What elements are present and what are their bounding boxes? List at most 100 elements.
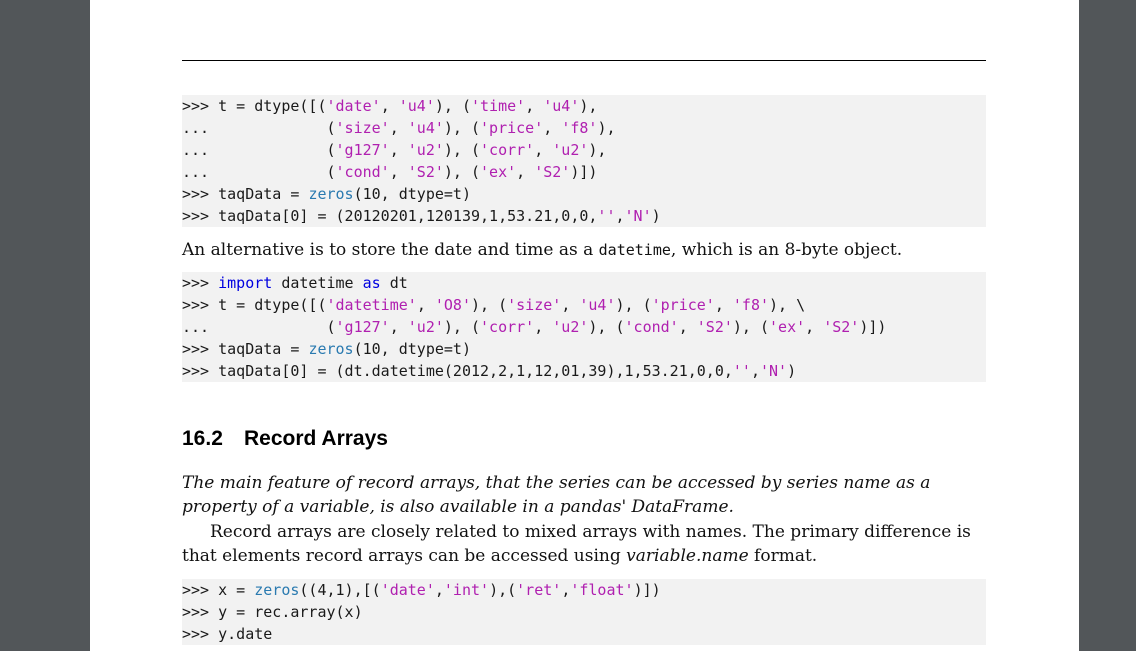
code-token: ,: [434, 581, 444, 599]
code-token: ),(: [489, 581, 517, 599]
code-token: >>> taqData =: [182, 340, 309, 358]
paragraph-datetime-alternative: An alternative is to store the date and …: [182, 240, 903, 260]
code-token: 'g127': [335, 141, 390, 159]
code-token: 'O8': [434, 296, 471, 314]
code-token: ,: [516, 163, 535, 181]
code-token: ,: [389, 141, 408, 159]
code-token: >>> x =: [182, 581, 255, 599]
code-line: ... ('size', 'u4'), ('price', 'f8'),: [182, 117, 986, 139]
code-token: >>> y.date: [182, 625, 273, 643]
code-token: ,: [561, 296, 580, 314]
code-token: >>> taqData[0] = (20120201,120139,1,53.2…: [182, 207, 598, 225]
code-token: 'u4': [543, 97, 580, 115]
code-token: >>> taqData =: [182, 185, 309, 203]
code-token: ,: [534, 141, 553, 159]
code-token: ),: [579, 97, 598, 115]
code-token: ((4,1),[(: [299, 581, 381, 599]
code-token: ... (: [182, 163, 336, 181]
code-token: 'price': [651, 296, 715, 314]
code-line: >>> taqData[0] = (20120201,120139,1,53.2…: [182, 205, 986, 227]
code-line: >>> taqData[0] = (dt.datetime(2012,2,1,1…: [182, 360, 986, 382]
code-token: ... (: [182, 318, 336, 336]
code-token: >>> taqData[0] = (dt.datetime(2012,2,1,1…: [182, 362, 733, 380]
code-token: >>>: [182, 274, 219, 292]
code-token: )]): [570, 163, 598, 181]
code-token: ), (: [471, 296, 508, 314]
code-token: ), (: [443, 119, 481, 137]
code-token: ), (: [588, 318, 625, 336]
code-token: import: [218, 274, 273, 292]
code-token: 'price': [480, 119, 544, 137]
code-token: 'N': [624, 207, 652, 225]
code-token: ,: [561, 581, 571, 599]
code-token: 'f8': [732, 296, 770, 314]
code-token: (10, dtype=t): [353, 185, 471, 203]
code-token: 'size': [507, 296, 562, 314]
code-token: 'S2': [534, 163, 571, 181]
code-line: ... ('g127', 'u2'), ('corr', 'u2'),: [182, 139, 986, 161]
code-token: ,: [750, 362, 760, 380]
code-token: zeros: [254, 581, 300, 599]
code-line: >>> import datetime as dt: [182, 272, 986, 294]
code-token: ): [651, 207, 661, 225]
code-token: (10, dtype=t): [353, 340, 471, 358]
code-line: >>> t = dtype([('datetime', 'O8'), ('siz…: [182, 294, 986, 316]
code-token: zeros: [308, 340, 354, 358]
code-token: ), (: [443, 318, 481, 336]
code-token: 'size': [335, 119, 390, 137]
code-token: 'u4': [398, 97, 435, 115]
code-token: 'f8': [561, 119, 598, 137]
code-token: ),: [597, 119, 616, 137]
code-token: 'datetime': [326, 296, 417, 314]
code-token: ,: [380, 97, 399, 115]
code-line: ... ('g127', 'u2'), ('corr', 'u2'), ('co…: [182, 316, 986, 338]
code-token: ,: [389, 163, 408, 181]
code-line: >>> taqData = zeros(10, dtype=t): [182, 183, 986, 205]
code-token: ,: [615, 207, 625, 225]
code-line: >>> taqData = zeros(10, dtype=t): [182, 338, 986, 360]
code-token: 'time': [471, 97, 526, 115]
code-token: '': [732, 362, 751, 380]
code-token: ,: [525, 97, 544, 115]
code-token: as: [362, 274, 381, 292]
code-token: 'u4': [407, 119, 444, 137]
code-token: ... (: [182, 119, 336, 137]
code-token: ),: [588, 141, 607, 159]
code-token: dt: [380, 274, 408, 292]
code-token: 'N': [759, 362, 788, 380]
code-token: 'ex': [480, 163, 517, 181]
code-token: )]): [859, 318, 887, 336]
code-token: 'cond': [335, 163, 390, 181]
paragraph-record-arrays-detail: Record arrays are closely related to mix…: [182, 522, 971, 566]
code-token: ), (: [443, 163, 481, 181]
code-token: 'u2': [552, 141, 589, 159]
code-token: 'ret': [516, 581, 562, 599]
emphasis-variable-name: variable.name: [626, 546, 749, 566]
code-token: ): [787, 362, 797, 380]
code-token: 'cond': [624, 318, 679, 336]
code-token: ,: [714, 296, 733, 314]
code-token: 'ex': [769, 318, 806, 336]
code-token: 'S2': [407, 163, 444, 181]
document-page: >>> t = dtype([('date', 'u4'), ('time', …: [90, 0, 1079, 651]
code-line: >>> t = dtype([('date', 'u4'), ('time', …: [182, 95, 986, 117]
paragraph-record-arrays-summary: The main feature of record arrays, that …: [182, 473, 931, 517]
code-line: ... ('cond', 'S2'), ('ex', 'S2')]): [182, 161, 986, 183]
code-block-dtype: >>> t = dtype([('date', 'u4'), ('time', …: [182, 95, 986, 227]
code-token: ,: [389, 119, 408, 137]
code-token: zeros: [308, 185, 354, 203]
code-token: ), \: [769, 296, 806, 314]
code-line: >>> x = zeros((4,1),[('date','int'),('re…: [182, 579, 986, 601]
code-token: ,: [805, 318, 824, 336]
code-line: >>> y.date: [182, 623, 986, 645]
code-token: 'u2': [407, 141, 444, 159]
code-block-datetime: >>> import datetime as dt >>> t = dtype([…: [182, 272, 986, 382]
code-token: ), (: [434, 97, 471, 115]
code-token: 'date': [326, 97, 381, 115]
code-token: >>> y = rec.array(x): [182, 603, 363, 621]
code-block-record-array: >>> x = zeros((4,1),[('date','int'),('re…: [182, 579, 986, 645]
header-rule: [182, 60, 986, 61]
code-token: 'S2': [696, 318, 733, 336]
code-token: datetime: [272, 274, 363, 292]
code-token: 'float': [570, 581, 634, 599]
